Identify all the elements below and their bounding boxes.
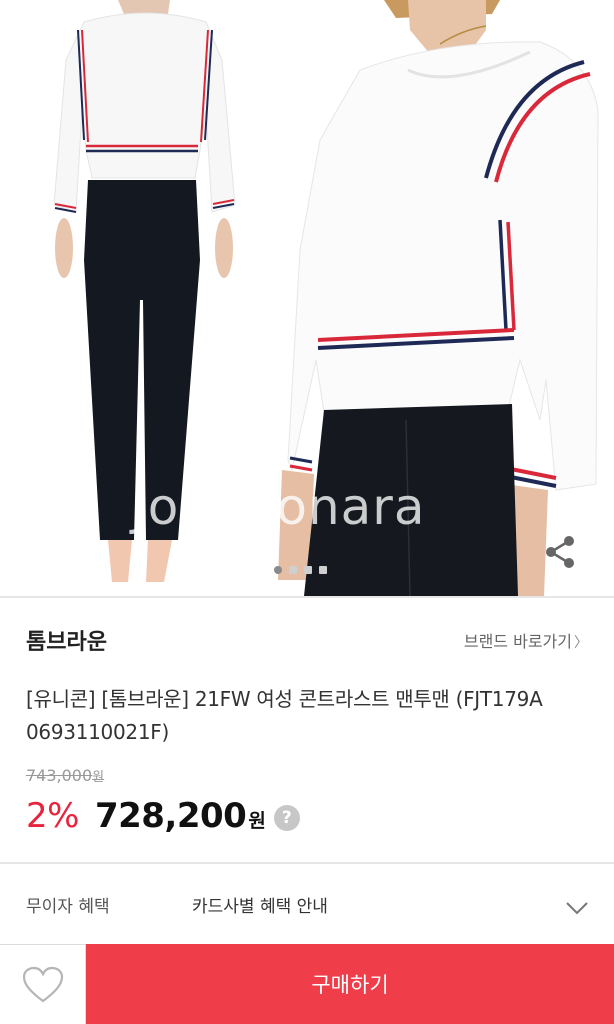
wishlist-button[interactable]	[0, 944, 86, 1024]
original-price: 743,000원	[26, 766, 104, 785]
product-title: [유니콘] [톰브라운] 21FW 여성 콘트라스트 맨투맨 (FJT179A …	[26, 687, 543, 744]
section-divider	[0, 596, 614, 598]
pagination-dot-2[interactable]	[289, 566, 297, 574]
pagination-dot-3[interactable]	[304, 566, 312, 574]
brand-row: 톰브라운 브랜드 바로가기 〉	[0, 620, 614, 660]
pagination-dot-1[interactable]	[274, 566, 282, 574]
product-image[interactable]: Joongonara	[0, 0, 614, 596]
benefit-label: 무이자 혜택	[26, 897, 110, 917]
brand-name[interactable]: 톰브라운	[26, 624, 107, 656]
share-icon[interactable]	[542, 534, 578, 570]
watermark-text: Joongonara	[132, 478, 426, 536]
original-price-value: 743,000	[26, 766, 93, 785]
brand-link-label: 브랜드 바로가기	[463, 632, 572, 651]
chevron-right-icon: 〉	[574, 635, 588, 651]
bottom-action-bar: 구매하기	[0, 944, 614, 1024]
buy-button[interactable]: 구매하기	[86, 944, 614, 1024]
image-pagination[interactable]	[274, 566, 327, 574]
interest-free-benefit-row[interactable]: 무이자 혜택 카드사별 혜택 안내	[0, 864, 614, 942]
chevron-down-icon[interactable]	[564, 900, 590, 916]
discount-rate: 2%	[26, 796, 79, 836]
sale-price: 728,200	[94, 796, 247, 836]
original-price-unit: 원	[92, 770, 105, 785]
brand-link[interactable]: 브랜드 바로가기 〉	[464, 628, 588, 652]
price-row: 2% 728,200 원 ?	[26, 796, 300, 842]
benefit-text: 카드사별 혜택 안내	[192, 897, 328, 917]
pagination-dot-4[interactable]	[319, 566, 327, 574]
price-help-icon[interactable]: ?	[273, 805, 300, 831]
sale-price-unit: 원	[248, 810, 266, 832]
heart-icon	[22, 966, 63, 1002]
